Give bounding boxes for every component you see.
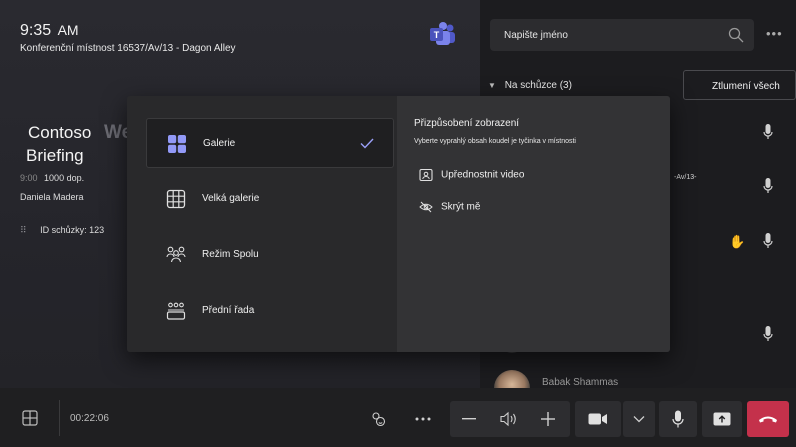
customize-subtitle: Vyberte vyprahlý obsah koudel je tyčinka…	[414, 138, 576, 145]
prioritize-video-icon	[419, 168, 433, 182]
more-icon	[415, 417, 431, 421]
layout-option-large-gallery[interactable]: Velká galerie	[146, 174, 394, 224]
microphone-button[interactable]	[659, 401, 697, 437]
camera-button[interactable]	[575, 401, 621, 437]
meeting-id: ⠿ ID schůzky: 123	[20, 225, 104, 236]
hide-me-label: Skrýt mě	[441, 201, 481, 213]
in-meeting-section[interactable]: ▼ Na schůzce (3)	[488, 80, 572, 91]
layout-option-gallery[interactable]: Galerie	[146, 118, 394, 168]
minus-icon	[462, 418, 476, 420]
camera-icon	[588, 413, 607, 425]
layout-option-label: Přední řada	[202, 305, 255, 316]
speaker-button[interactable]	[492, 401, 526, 437]
layout-grid-icon[interactable]	[22, 410, 38, 426]
layout-option-label: Galerie	[203, 138, 236, 149]
teams-logo-icon: T	[430, 22, 455, 45]
speaker-icon	[500, 411, 516, 427]
end-call-button[interactable]	[747, 401, 789, 437]
layout-option-front-row[interactable]: Přední řada	[146, 286, 394, 336]
chevron-down-icon	[633, 416, 645, 423]
view-layout-menu: Galerie Velká galerie Režim Spolu Přední…	[127, 96, 670, 352]
large-gallery-icon	[166, 189, 186, 209]
together-mode-icon	[166, 246, 186, 263]
more-actions-button[interactable]	[406, 401, 440, 437]
call-timer: 00:22:06	[70, 413, 109, 424]
prioritize-video-button[interactable]: Upřednostnit video	[419, 168, 524, 182]
dialpad-icon: ⠿	[20, 225, 27, 235]
mic-icon[interactable]	[763, 124, 773, 140]
customize-view-pane: Přizpůsobení zobrazení Vyberte vyprahlý …	[397, 96, 670, 352]
volume-down-button[interactable]	[452, 401, 486, 437]
room-name: Konferenční místnost 16537/Av/13 - Dagon…	[20, 43, 236, 54]
more-options-icon[interactable]: •••	[766, 26, 783, 41]
volume-up-button[interactable]	[531, 401, 565, 437]
microphone-icon	[672, 410, 684, 428]
chevron-down-icon: ▼	[488, 81, 496, 90]
meeting-title-line1: Contoso	[28, 123, 92, 142]
in-meeting-label: Na schůzce (3)	[504, 80, 572, 91]
clock: 9:35 AM	[20, 22, 79, 40]
share-screen-icon	[713, 412, 731, 426]
meeting-host: Daniela Madera	[20, 192, 84, 202]
participant-name: Babak Shammas	[542, 377, 619, 388]
clock-time: 9:35	[20, 22, 52, 39]
search-box[interactable]: Napište jméno	[490, 19, 754, 51]
meeting-id-label: ID schůzky: 123	[40, 225, 105, 235]
hang-up-icon	[759, 416, 777, 423]
prioritize-video-label: Upřednostnit video	[441, 169, 525, 181]
layout-option-together-mode[interactable]: Režim Spolu	[146, 230, 394, 280]
customize-title: Přizpůsobení zobrazení	[414, 118, 520, 129]
mic-icon[interactable]	[763, 326, 773, 342]
gallery-icon	[168, 135, 186, 153]
checkmark-icon	[360, 138, 374, 149]
meeting-time-prefix: 9:00	[20, 173, 38, 183]
divider	[59, 400, 60, 436]
hide-me-icon	[419, 201, 433, 213]
search-input[interactable]: Napište jméno	[504, 30, 568, 41]
reactions-button[interactable]	[361, 401, 395, 437]
mic-icon[interactable]	[763, 178, 773, 194]
mute-all-button[interactable]: Ztlumení všech	[683, 70, 796, 100]
meeting-title: Contoso We	[28, 120, 132, 146]
hide-me-button[interactable]: Skrýt mě	[419, 200, 480, 214]
layout-options-pane: Galerie Velká galerie Režim Spolu Přední…	[127, 96, 397, 352]
raised-hand-icon: ✋	[729, 234, 746, 249]
front-row-icon	[166, 302, 186, 320]
search-icon[interactable]	[728, 27, 744, 43]
participant-partial-text: -Av/13-	[674, 174, 697, 181]
share-screen-button[interactable]	[702, 401, 742, 437]
layout-option-label: Velká galerie	[202, 193, 260, 204]
svg-text:T: T	[434, 30, 440, 40]
mic-icon[interactable]	[763, 233, 773, 249]
layout-option-label: Režim Spolu	[202, 249, 259, 260]
camera-options-button[interactable]	[623, 401, 655, 437]
meeting-title-line2: Briefing	[26, 146, 84, 165]
clock-ampm: AM	[57, 22, 79, 38]
plus-icon	[541, 412, 555, 426]
reactions-icon	[372, 412, 386, 427]
meeting-time-value: 1000 dop.	[44, 173, 85, 183]
meeting-time: 9:00 1000 dop.	[20, 173, 84, 183]
